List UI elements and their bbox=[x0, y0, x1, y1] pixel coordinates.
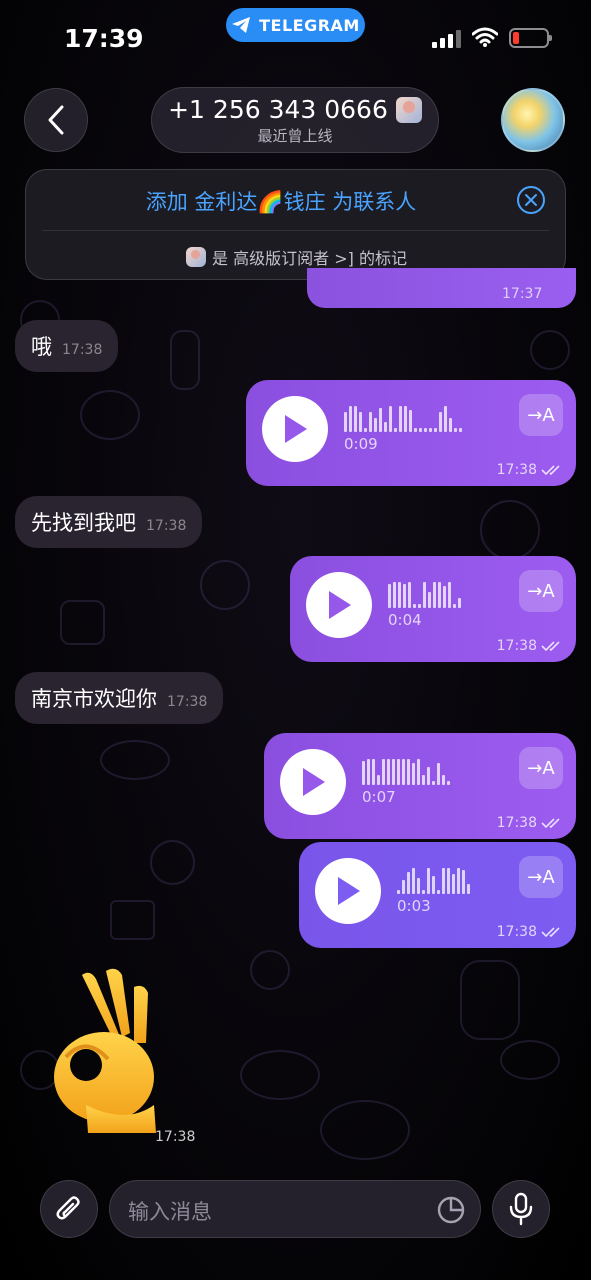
telegram-pill-label: TELEGRAM bbox=[259, 15, 360, 35]
waveform[interactable] bbox=[362, 759, 450, 785]
transcribe-button[interactable]: →A bbox=[519, 856, 563, 898]
add-contact-banner: 添加 金利达🌈钱庄 为联系人 是 高级版订阅者 >] 的标记 bbox=[25, 169, 566, 280]
message-meta: 17:38 bbox=[497, 815, 563, 831]
outgoing-voice-message[interactable]: 0:04 →A 17:38 bbox=[290, 556, 576, 662]
banner-divider bbox=[42, 230, 549, 231]
play-icon bbox=[285, 415, 307, 443]
microphone-button[interactable] bbox=[492, 1180, 550, 1238]
close-icon[interactable] bbox=[516, 185, 546, 215]
transcribe-button[interactable]: →A bbox=[519, 570, 563, 612]
microphone-icon bbox=[509, 1192, 533, 1226]
attach-button[interactable] bbox=[40, 1180, 98, 1238]
message-text: 先找到我吧 bbox=[31, 511, 136, 535]
play-button[interactable] bbox=[306, 572, 372, 638]
outgoing-voice-message[interactable]: 0:03 →A 17:38 bbox=[299, 842, 576, 948]
message-time: 17:38 bbox=[496, 815, 537, 831]
premium-emoji-icon bbox=[186, 247, 207, 267]
battery-icon bbox=[509, 28, 552, 48]
wifi-icon bbox=[472, 27, 498, 47]
play-icon bbox=[338, 877, 360, 905]
message-time: 17:38 bbox=[146, 518, 187, 534]
transcribe-button[interactable]: →A bbox=[519, 394, 563, 436]
double-check-icon bbox=[541, 818, 560, 829]
message-meta: 17:38 bbox=[497, 638, 563, 654]
incoming-message[interactable]: 哦 17:38 bbox=[15, 320, 119, 372]
message-input[interactable]: 输入消息 bbox=[109, 1180, 481, 1238]
message-time: 17:38 bbox=[155, 1129, 196, 1145]
waveform[interactable] bbox=[344, 406, 462, 432]
premium-emoji-status-icon[interactable] bbox=[395, 96, 422, 123]
transcribe-button[interactable]: →A bbox=[519, 747, 563, 789]
message-meta: 17:38 bbox=[497, 462, 563, 478]
message-text: 南京市欢迎你 bbox=[31, 687, 157, 711]
add-contact-button[interactable]: 添加 金利达🌈钱庄 为联系人 bbox=[26, 186, 536, 216]
incoming-message[interactable]: 先找到我吧 17:38 bbox=[15, 496, 203, 548]
waveform[interactable] bbox=[388, 582, 461, 608]
waveform[interactable] bbox=[397, 868, 470, 894]
sticker-icon[interactable] bbox=[436, 1195, 466, 1225]
message-time: 17:38 bbox=[62, 342, 103, 358]
avatar[interactable] bbox=[501, 88, 565, 152]
voice-duration: 0:07 bbox=[362, 788, 396, 806]
double-check-icon bbox=[541, 465, 560, 476]
premium-note[interactable]: 是 高级版订阅者 >] 的标记 bbox=[26, 245, 567, 269]
outgoing-voice-message[interactable]: 0:09 →A 17:38 bbox=[246, 380, 576, 486]
play-button[interactable] bbox=[280, 749, 346, 815]
play-icon bbox=[329, 591, 351, 619]
double-check-icon bbox=[541, 641, 560, 652]
status-bar: 17:39 TELEGRAM bbox=[0, 0, 591, 72]
incoming-message[interactable]: 南京市欢迎你 17:38 bbox=[15, 672, 224, 724]
chat-title[interactable]: +1 256 343 0666 最近曾上线 bbox=[151, 87, 439, 153]
ok-hand-emoji[interactable] bbox=[46, 965, 176, 1135]
play-button[interactable] bbox=[262, 396, 328, 462]
voice-duration: 0:04 bbox=[388, 611, 422, 629]
message-time: 17:38 bbox=[496, 924, 537, 940]
last-seen-status: 最近曾上线 bbox=[257, 127, 333, 145]
message-time: 17:38 bbox=[496, 462, 537, 478]
message-time: 17:38 bbox=[496, 638, 537, 654]
back-button[interactable] bbox=[24, 88, 88, 152]
message-meta: 17:38 bbox=[497, 924, 563, 940]
cellular-signal-icon bbox=[432, 30, 462, 48]
clock: 17:39 bbox=[64, 24, 144, 53]
chevron-left-icon bbox=[48, 105, 64, 135]
play-icon bbox=[303, 768, 325, 796]
message-text: 哦 bbox=[31, 335, 52, 359]
message-time: 17:38 bbox=[167, 694, 208, 710]
voice-duration: 0:03 bbox=[397, 897, 431, 915]
message-input-placeholder: 输入消息 bbox=[128, 1200, 212, 1224]
telegram-pill[interactable]: TELEGRAM bbox=[226, 8, 365, 42]
voice-duration: 0:09 bbox=[344, 435, 378, 453]
contact-name: +1 256 343 0666 bbox=[168, 95, 388, 124]
play-button[interactable] bbox=[315, 858, 381, 924]
outgoing-voice-message[interactable]: 0:07 →A 17:38 bbox=[264, 733, 576, 839]
telegram-plane-icon bbox=[232, 17, 251, 33]
premium-note-text: 是 高级版订阅者 >] 的标记 bbox=[212, 249, 407, 268]
message-time: 17:37 bbox=[502, 286, 543, 302]
paperclip-icon bbox=[56, 1196, 80, 1220]
double-check-icon bbox=[541, 927, 560, 938]
